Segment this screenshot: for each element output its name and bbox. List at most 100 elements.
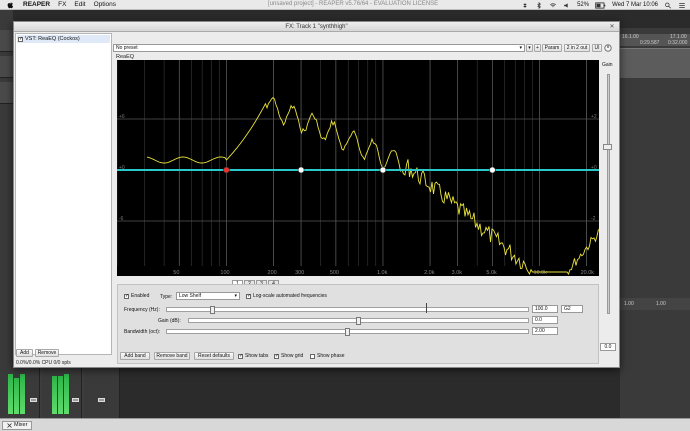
reset-defaults-button[interactable]: Reset defaults [194,352,234,360]
gain-slider-knob[interactable] [603,144,612,150]
track-panel-left [0,10,13,420]
add-preset-button[interactable]: + [534,44,541,52]
fx-chain-list[interactable]: VST: ReaEQ (Cockos) [15,33,112,355]
bluetooth-icon[interactable] [535,1,543,9]
clock[interactable]: Wed 7 Mar 10:06 [612,2,658,8]
frequency-slider[interactable] [166,306,529,314]
chevron-down-icon: ▾ [234,293,237,299]
bypass-icon[interactable] [604,44,612,52]
enabled-toggle[interactable]: Enabled [124,293,149,299]
band-type-select[interactable]: Low Shelf ▾ [176,292,240,300]
chevron-down-icon: ▾ [519,45,522,51]
level-meter [14,378,19,414]
show-grid-checkbox[interactable] [274,353,279,359]
level-meter [20,374,25,414]
notification-center-icon[interactable] [678,2,686,9]
docker-tabs: Mixer [0,418,690,431]
frequency-marker [426,303,427,313]
menu-fx[interactable]: FX [58,1,66,8]
fx-window-titlebar[interactable]: FX: Track 1 "synthhigh" ✕ [14,22,619,32]
gain-value[interactable]: 0.0 [600,343,616,351]
ui-button[interactable]: UI [592,44,602,52]
mixer-strip-2[interactable] [84,368,120,418]
gain-db-slider-knob[interactable] [356,317,361,325]
show-tabs-label: Show tabs [245,353,269,359]
show-tabs-toggle[interactable]: Show tabs [238,353,268,359]
add-fx-button[interactable]: Add [16,349,33,357]
fx-window: FX: Track 1 "synthhigh" ✕ VST: ReaEQ (Co… [13,21,620,368]
log-scale-checkbox[interactable] [246,293,251,299]
show-tabs-checkbox[interactable] [238,353,243,359]
fader-knob[interactable] [72,398,79,402]
log-scale-label: Log-scale automated frequencies [253,293,327,299]
enabled-checkbox[interactable] [124,293,129,299]
band-node-1[interactable] [223,166,230,174]
param-button[interactable]: Param [542,44,562,52]
close-icon[interactable]: ✕ [609,24,615,30]
volume-icon[interactable] [563,2,571,9]
fader-knob[interactable] [30,398,37,402]
gain-db-value[interactable]: 0.0 [532,316,558,324]
band-node-3[interactable] [379,166,387,174]
mixer-tab[interactable]: Mixer [2,421,33,430]
frequency-slider-knob[interactable] [209,306,215,314]
arrange-view[interactable]: 16.1.00 17.1.00 0:29.587 0:32.000 1.00 1… [620,28,690,420]
frequency-value[interactable]: 100.0 [532,305,558,313]
track-row[interactable]: 1.00 1.00 [620,298,690,310]
fx-window-title: FX: Track 1 "synthhigh" [285,23,348,30]
ruler-label: 16.1.00 [622,34,639,40]
level-meter [64,374,69,414]
timeline-ruler[interactable]: 16.1.00 17.1.00 0:29.587 0:32.000 [620,34,690,46]
db-tick-label-right: +2 [591,114,597,120]
fx-chain-item[interactable]: VST: ReaEQ (Cockos) [17,35,110,43]
remove-band-button[interactable]: Remove band [154,352,190,360]
show-phase-toggle[interactable]: Show phase [310,353,345,359]
frequency-label: Frequency (Hz): [124,307,160,313]
menu-options[interactable]: Options [94,1,116,8]
fx-enable-checkbox[interactable] [18,36,23,42]
preset-bar: No preset ▾ ▾ + Param 2 in 2 out UI [113,44,618,53]
freq-tick-label: 5.0k [486,270,497,276]
bandwidth-value[interactable]: 2.00 [532,327,558,335]
menu-edit[interactable]: Edit [74,1,85,8]
dropbox-icon[interactable] [521,2,529,9]
track-header[interactable] [0,30,13,52]
status-value: 1.00 [656,301,666,307]
add-band-button[interactable]: Add band [120,352,150,360]
type-label: Type: [160,294,173,300]
close-icon[interactable] [7,423,12,428]
apple-icon[interactable] [6,1,15,9]
bandwidth-slider-knob[interactable] [345,328,350,336]
eq-graph[interactable]: +6+0-6+2+0-250 100 200 300 500 1.0k 2.0k 3.0k 5.… [117,60,599,276]
band-node-4[interactable] [489,166,496,174]
battery-icon[interactable] [595,1,606,9]
preset-select[interactable]: No preset ▾ [113,44,525,52]
gain-label: Gain [602,62,613,68]
ruler-label: 0:29.587 [640,40,660,46]
log-scale-toggle[interactable]: Log-scale automated frequencies [246,293,327,299]
mixer-strip-master[interactable] [0,368,40,418]
show-phase-checkbox[interactable] [310,353,315,359]
gain-slider-track[interactable] [607,74,610,314]
fader-knob[interactable] [98,398,105,402]
track-header[interactable] [0,82,13,104]
io-button[interactable]: 2 in 2 out [564,44,590,52]
frequency-note[interactable]: G2 [561,305,583,313]
freq-tick-label: 3.0k [452,270,463,276]
menu-app-reaper[interactable]: REAPER [23,1,50,8]
track-header[interactable] [0,56,13,78]
freq-tick-label: 1.0k [377,270,388,276]
mixer-strip-1[interactable] [42,368,82,418]
freq-tick-label: 10.0k [533,270,547,276]
band-node-2[interactable] [297,166,305,174]
gain-db-slider[interactable] [188,317,529,325]
wifi-icon[interactable] [549,2,557,9]
preset-value: No preset [116,45,138,51]
show-grid-toggle[interactable]: Show grid [274,353,303,359]
bandwidth-slider[interactable] [166,328,529,336]
preset-menu-button[interactable]: ▾ [526,44,533,52]
freq-tick-label: 20.0k [581,270,595,276]
media-item[interactable] [620,48,690,78]
remove-fx-button[interactable]: Remove [35,349,59,357]
spotlight-search-icon[interactable] [664,2,672,9]
